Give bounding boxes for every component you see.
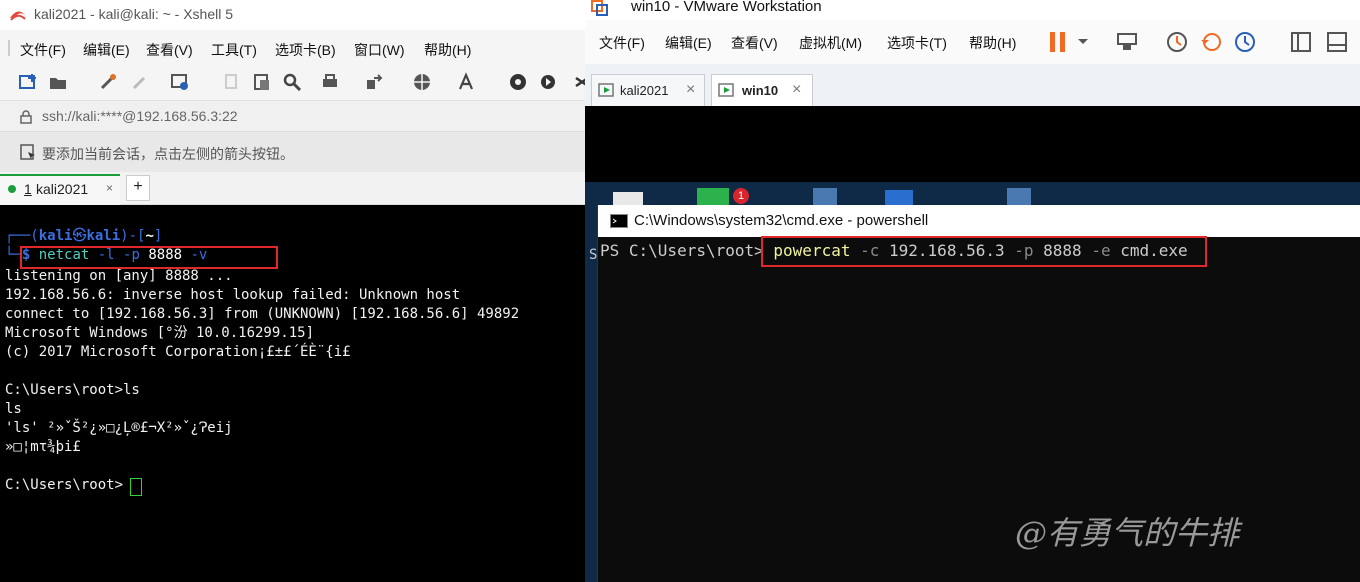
globe-icon[interactable] xyxy=(412,72,432,92)
xftp-icon[interactable] xyxy=(508,72,528,92)
revert-snapshot-icon[interactable] xyxy=(1199,30,1223,54)
address-bar: ssh://kali:****@192.168.56.3:22 xyxy=(0,100,585,131)
xshell-toolbar xyxy=(0,66,585,98)
session-address[interactable]: ssh://kali:****@192.168.56.3:22 xyxy=(42,108,238,124)
xshell-logo-icon xyxy=(10,11,26,21)
menu-file[interactable]: 文件(F) xyxy=(20,40,66,60)
snapshot-icon[interactable] xyxy=(1165,30,1189,54)
vm-running-icon xyxy=(598,83,614,97)
find-icon[interactable] xyxy=(282,72,302,92)
menu-grip xyxy=(8,40,10,56)
sidebar-view-icon[interactable] xyxy=(1289,30,1313,54)
vmware-logo-icon xyxy=(591,0,608,16)
vm-tab-close-icon[interactable]: × xyxy=(792,81,801,99)
watermark-text: @有勇气的牛排 xyxy=(1015,514,1240,552)
highlight-box-powercat xyxy=(761,236,1207,267)
terminal-line: 'ls' ²»ˇŠ²¿»□¿Ļ®£¬Χ²»ˇ¿Ɂeij xyxy=(5,420,233,436)
connect-icon[interactable] xyxy=(98,72,118,92)
vm-tab-win10[interactable]: win10 × xyxy=(711,74,813,106)
terminal-line: ls xyxy=(5,401,22,417)
vmware-window: win10 - VMware Workstation 文件(F) 编辑(E) 查… xyxy=(585,0,1360,582)
terminal-line: »□¦mτ¾þi£ xyxy=(5,439,81,455)
tab-index: 1 xyxy=(24,181,32,197)
vm-menu-view[interactable]: 查看(V) xyxy=(731,33,778,53)
vm-tab-close-icon[interactable]: × xyxy=(686,81,695,99)
menu-tools[interactable]: 工具(T) xyxy=(211,40,257,60)
vm-menu-file[interactable]: 文件(F) xyxy=(599,33,645,53)
vmware-toolbar: 文件(F) 编辑(E) 查看(V) 虚拟机(M) 选项卡(T) 帮助(H) xyxy=(585,20,1360,65)
add-session-arrow-icon[interactable] xyxy=(20,144,36,160)
highlight-box-netcat xyxy=(20,246,278,269)
disconnect-icon[interactable] xyxy=(130,72,150,92)
xshell-title-bar: kali2021 - kali@kali: ~ - Xshell 5 xyxy=(0,0,585,30)
cmd-window-icon xyxy=(610,214,628,228)
prompt-user: kali xyxy=(38,228,73,244)
vm-running-icon xyxy=(718,83,734,97)
menu-tabs[interactable]: 选项卡(B) xyxy=(275,40,336,60)
lock-icon xyxy=(20,110,32,124)
prompt-host: kali xyxy=(86,228,121,244)
vmware-tab-bar: kali2021 × win10 × xyxy=(585,64,1360,106)
console-view-icon[interactable] xyxy=(1325,30,1349,54)
more-tools-icon[interactable] xyxy=(572,72,585,92)
terminal-line: (c) 2017 Microsoft Corporation¡£±£´ÉÈ¨{i… xyxy=(5,344,351,360)
connected-dot-icon xyxy=(8,185,16,193)
copy-disabled-icon[interactable] xyxy=(222,72,242,92)
terminal-line: listening on [any] 8888 ... xyxy=(5,268,233,284)
xshell-tab-bar: 1 kali2021 × + xyxy=(0,172,585,206)
menu-help[interactable]: 帮助(H) xyxy=(424,40,471,60)
script-icon[interactable] xyxy=(538,72,558,92)
vm-menu-tabs[interactable]: 选项卡(T) xyxy=(887,33,947,53)
pause-icon[interactable] xyxy=(1047,30,1069,54)
menu-edit[interactable]: 编辑(E) xyxy=(83,40,130,60)
chevron-down-icon[interactable] xyxy=(1077,38,1089,46)
prompt-dir: ~ xyxy=(145,228,154,244)
vm-tab-label: win10 xyxy=(742,83,779,98)
send-ctrl-alt-del-icon[interactable] xyxy=(1115,30,1139,54)
paste-icon[interactable] xyxy=(252,72,272,92)
session-hint-text: 要添加当前会话，点击左侧的箭头按钮。 xyxy=(42,146,294,162)
terminal-line: C:\Users\root>ls xyxy=(5,382,140,398)
properties-icon[interactable] xyxy=(170,72,190,92)
vm-menu-vm[interactable]: 虚拟机(M) xyxy=(799,33,862,53)
vm-menu-help[interactable]: 帮助(H) xyxy=(969,33,1016,53)
prompt-line-1: ┌──(kali㉿kali)-[~] xyxy=(5,228,163,244)
vm-tab-kali2021[interactable]: kali2021 × xyxy=(591,74,705,106)
menu-view[interactable]: 查看(V) xyxy=(146,40,193,60)
tab-kali2021[interactable]: 1 kali2021 × xyxy=(0,174,120,206)
xshell-window: kali2021 - kali@kali: ~ - Xshell 5 文件(F)… xyxy=(0,0,585,582)
xshell-title: kali2021 - kali@kali: ~ - Xshell 5 xyxy=(34,6,234,22)
font-icon[interactable] xyxy=(456,72,476,92)
session-hint-bar: 要添加当前会话，点击左侧的箭头按钮。 xyxy=(0,131,585,172)
notification-badge: 1 xyxy=(733,188,749,204)
vmware-title: win10 - VMware Workstation xyxy=(631,0,822,15)
add-tab-button[interactable]: + xyxy=(126,175,150,201)
xshell-terminal[interactable]: ┌──(kali㉿kali)-[~] └─$ netcat -l -p 8888… xyxy=(0,205,585,582)
background-window-char: S xyxy=(589,247,598,263)
menu-window[interactable]: 窗口(W) xyxy=(354,40,405,60)
transfer-icon[interactable] xyxy=(364,72,384,92)
vmware-title-bar: win10 - VMware Workstation xyxy=(585,0,1360,20)
xshell-menu-bar: 文件(F) 编辑(E) 查看(V) 工具(T) 选项卡(B) 窗口(W) 帮助(… xyxy=(0,34,585,62)
tab-close-icon[interactable]: × xyxy=(106,181,113,195)
vm-menu-edit[interactable]: 编辑(E) xyxy=(665,33,712,53)
tab-label: kali2021 xyxy=(36,181,89,197)
cmd-window[interactable]: C:\Windows\system32\cmd.exe - powershell… xyxy=(597,205,1360,582)
terminal-line: C:\Users\root> xyxy=(5,477,124,493)
ps-prompt: PS C:\Users\root> xyxy=(600,241,764,260)
new-session-icon[interactable] xyxy=(18,72,38,92)
cmd-title: C:\Windows\system32\cmd.exe - powershell xyxy=(634,212,929,229)
print-icon[interactable] xyxy=(320,72,340,92)
vm-tab-label: kali2021 xyxy=(620,83,669,98)
open-folder-icon[interactable] xyxy=(48,72,68,92)
cmd-title-bar: C:\Windows\system32\cmd.exe - powershell xyxy=(598,205,1360,237)
terminal-line: 192.168.56.6: inverse host lookup failed… xyxy=(5,287,461,303)
terminal-cursor xyxy=(130,478,142,496)
terminal-line: Microsoft Windows [°汾 10.0.16299.15] xyxy=(5,325,315,341)
terminal-line: connect to [192.168.56.3] from (UNKNOWN)… xyxy=(5,306,520,322)
snapshot-manager-icon[interactable] xyxy=(1233,30,1257,54)
